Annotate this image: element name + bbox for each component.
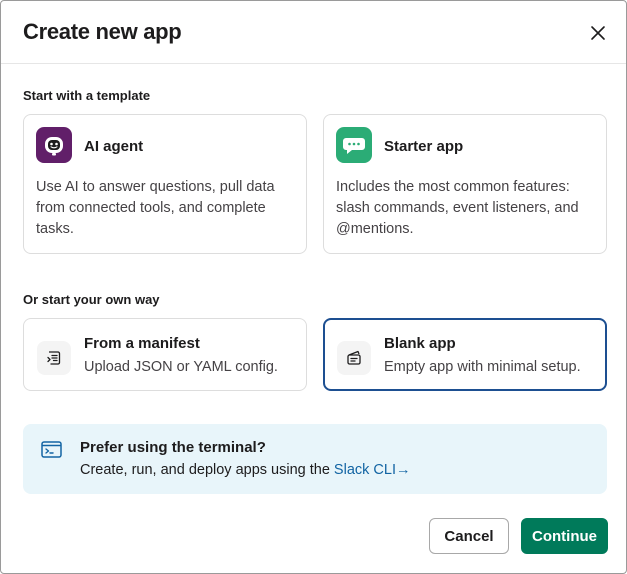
chat-bubble-icon [336, 127, 372, 163]
terminal-icon [41, 441, 62, 458]
dialog-title: Create new app [23, 19, 182, 44]
ai-agent-title: AI agent [84, 138, 144, 155]
slack-cli-link[interactable]: Slack CLI→ [334, 462, 411, 478]
blank-app-title: Blank app [384, 335, 456, 352]
terminal-banner-body: Create, run, and deploy apps using the [80, 462, 334, 478]
dialog-header: Create new app [1, 1, 626, 63]
header-divider [1, 63, 626, 64]
ai-agent-description: Use AI to answer questions, pull data fr… [36, 179, 275, 237]
manifest-icon [37, 341, 71, 375]
arrow-right-icon: → [395, 462, 411, 478]
close-icon [591, 26, 605, 40]
terminal-banner-text: Create, run, and deploy apps using the S… [80, 462, 410, 478]
ai-agent-icon [36, 127, 72, 163]
manifest-title: From a manifest [84, 335, 200, 352]
blank-app-icon [337, 341, 371, 375]
create-app-dialog: Create new app Start with a template AI … [0, 0, 627, 574]
own-section-label: Or start your own way [23, 292, 160, 307]
starter-app-card[interactable]: Starter app Includes the most common fea… [323, 114, 607, 254]
starter-app-title: Starter app [384, 138, 464, 155]
terminal-banner: Prefer using the terminal? Create, run, … [23, 424, 607, 494]
blank-app-description: Empty app with minimal setup. [384, 359, 581, 375]
blank-app-card[interactable]: Blank app Empty app with minimal setup. [323, 318, 607, 391]
close-button[interactable] [584, 19, 612, 47]
continue-button[interactable]: Continue [521, 518, 608, 554]
ai-agent-card[interactable]: AI agent Use AI to answer questions, pul… [23, 114, 307, 254]
slack-cli-link-label: Slack CLI [333, 462, 396, 478]
manifest-description: Upload JSON or YAML config. [84, 359, 278, 375]
cancel-button[interactable]: Cancel [429, 518, 509, 554]
terminal-banner-title: Prefer using the terminal? [80, 439, 266, 456]
from-manifest-card[interactable]: From a manifest Upload JSON or YAML conf… [23, 318, 307, 391]
starter-app-description: Includes the most common features: slash… [336, 179, 579, 237]
template-section-label: Start with a template [23, 88, 151, 103]
